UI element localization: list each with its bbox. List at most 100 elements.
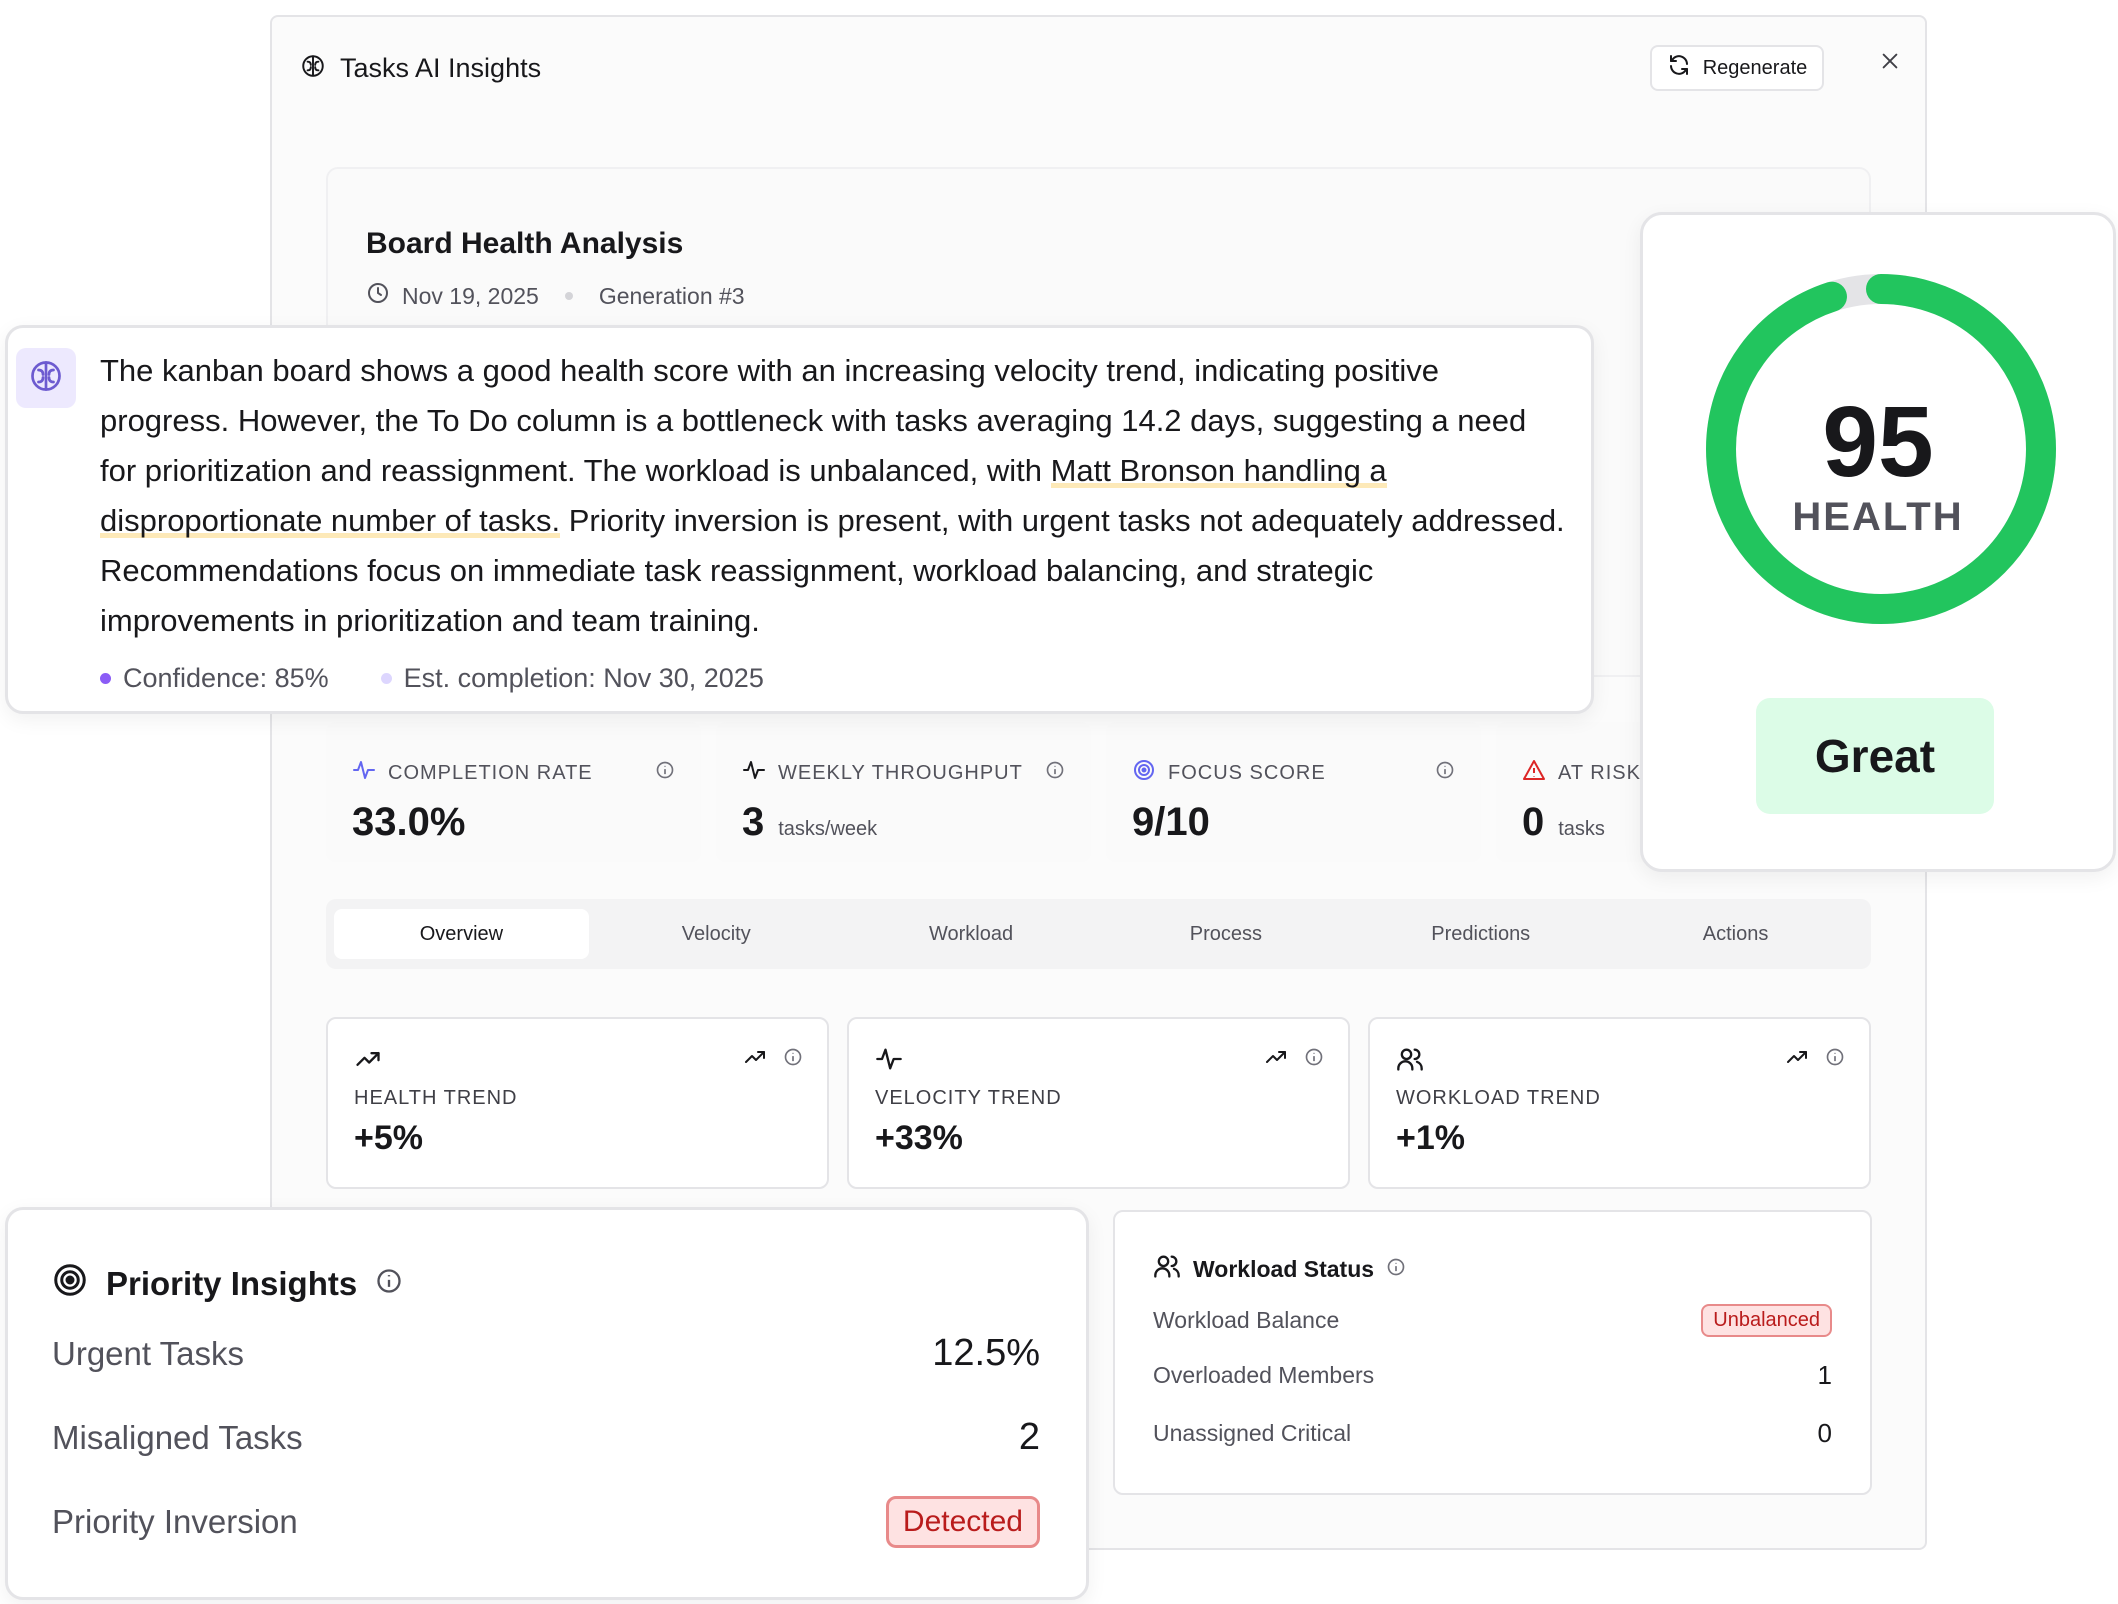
metric-label: AT RISK [1558,761,1641,784]
metric-unit: tasks/week [778,818,878,840]
priority-title: Priority Insights [106,1265,358,1302]
info-icon[interactable] [1435,760,1455,785]
tab-process[interactable]: Process [1098,909,1353,959]
unbalanced-badge: Unbalanced [1701,1304,1832,1337]
metric-focus-score: FOCUS SCORE 9/10 [1106,722,1481,862]
metric-label: FOCUS SCORE [1168,761,1326,784]
close-icon [1879,50,1901,77]
analysis-title: Board Health Analysis [366,227,684,260]
health-score-card: 95 HEALTH Great [1640,212,2116,872]
users-icon [1396,1045,1424,1078]
summary-footer: Confidence: 85% Est. completion: Nov 30,… [100,663,764,694]
trending-up-icon [743,1045,767,1074]
priority-title-wrap: Priority Insights [52,1262,403,1306]
workload-row-unassigned: Unassigned Critical 0 [1153,1418,1832,1449]
target-icon [52,1262,88,1306]
confidence-dot [100,673,111,684]
info-icon[interactable] [1045,760,1065,785]
trend-card-health: HEALTH TREND +5% [326,1017,829,1189]
workload-status-card: Workload Status Workload Balance Unbalan… [1113,1210,1872,1495]
modal-title: Tasks AI Insights [340,53,542,83]
modal-title-wrap: Tasks AI Insights [300,53,541,84]
workload-row-value: 0 [1817,1418,1832,1448]
trending-up-icon [1264,1045,1288,1074]
insights-tabs: Overview Velocity Workload Process Predi… [326,899,1871,969]
est-completion-text: Est. completion: Nov 30, 2025 [403,663,764,693]
info-icon[interactable] [1825,1047,1845,1072]
priority-row-label: Misaligned Tasks [52,1418,303,1456]
analysis-generation: Generation #3 [598,282,745,309]
clock-icon [366,281,390,311]
refresh-icon [1667,53,1691,83]
confidence-text: Confidence: 85% [123,663,329,693]
trending-up-icon [354,1045,382,1078]
priority-row-value: 2 [1018,1416,1040,1458]
info-icon[interactable] [655,760,675,785]
metric-value: 3 [742,800,765,844]
trend-label: VELOCITY TREND [875,1087,1062,1109]
priority-row-misaligned: Misaligned Tasks 2 [52,1416,1040,1459]
priority-row-label: Priority Inversion [52,1503,298,1540]
regenerate-button[interactable]: Regenerate [1650,45,1824,91]
workload-status-title: Workload Status [1193,1255,1375,1282]
trend-label: WORKLOAD TREND [1396,1087,1601,1109]
metric-value: 0 [1522,800,1545,844]
metric-completion-rate: COMPLETION RATE 33.0% [326,722,701,862]
info-icon[interactable] [783,1047,803,1072]
target-icon [1132,758,1156,788]
ai-summary-card: The kanban board shows a good health sco… [5,325,1594,714]
close-button[interactable] [1872,45,1908,81]
tab-workload[interactable]: Workload [844,909,1099,959]
metric-label: COMPLETION RATE [388,761,593,784]
activity-icon [742,758,766,788]
health-rating-badge: Great [1756,698,1994,814]
trend-value: +33% [875,1119,963,1157]
modal-header: Tasks AI Insights Regenerate [272,17,1925,117]
brain-icon [300,53,326,84]
meta-separator [564,292,573,300]
analysis-meta: Nov 19, 2025 Generation #3 [366,281,745,311]
regenerate-label: Regenerate [1702,56,1808,79]
brain-icon [28,358,64,399]
workload-status-title-wrap: Workload Status [1153,1252,1406,1286]
priority-row-inversion: Priority Inversion Detected [52,1496,1040,1548]
metric-unit: tasks [1558,818,1605,840]
analysis-date: Nov 19, 2025 [402,282,539,309]
workload-row-label: Overloaded Members [1153,1362,1375,1388]
est-dot [380,673,392,684]
trend-value: +5% [354,1119,423,1157]
workload-row-label: Unassigned Critical [1153,1420,1352,1446]
priority-row-label: Urgent Tasks [52,1334,244,1372]
trend-value: +1% [1396,1119,1465,1157]
workload-row-value: 1 [1817,1360,1832,1390]
tab-predictions[interactable]: Predictions [1353,909,1608,959]
workload-row-balance: Workload Balance Unbalanced [1153,1304,1832,1337]
metric-value: 9/10 [1132,800,1210,844]
metric-label: WEEKLY THROUGHPUT [778,761,1023,784]
activity-icon [352,758,376,788]
trend-label: HEALTH TREND [354,1087,518,1109]
health-label: HEALTH [1792,495,1964,539]
metric-weekly-throughput: WEEKLY THROUGHPUT 3 tasks/week [716,722,1091,862]
users-icon [1153,1252,1181,1286]
info-icon[interactable] [375,1265,403,1303]
metric-value: 33.0% [352,800,466,844]
tab-overview[interactable]: Overview [334,909,589,959]
priority-row-value: 12.5% [932,1332,1040,1374]
tab-actions[interactable]: Actions [1608,909,1863,959]
workload-row-overloaded: Overloaded Members 1 [1153,1360,1832,1391]
info-icon[interactable] [1304,1047,1324,1072]
ai-summary-text: The kanban board shows a good health sco… [100,346,1570,646]
priority-row-urgent: Urgent Tasks 12.5% [52,1332,1040,1375]
info-icon[interactable] [1386,1256,1406,1283]
tab-velocity[interactable]: Velocity [589,909,844,959]
trend-card-velocity: VELOCITY TREND +33% [847,1017,1350,1189]
detected-badge: Detected [885,1496,1040,1548]
summary-icon-wrap [16,348,76,408]
trend-card-workload: WORKLOAD TREND +1% [1368,1017,1871,1189]
priority-insights-card: Priority Insights Urgent Tasks 12.5% Mis… [5,1207,1089,1600]
activity-icon [875,1045,903,1078]
alert-triangle-icon [1522,758,1546,788]
health-score: 95 [1822,386,1934,498]
workload-row-label: Workload Balance [1153,1307,1340,1333]
